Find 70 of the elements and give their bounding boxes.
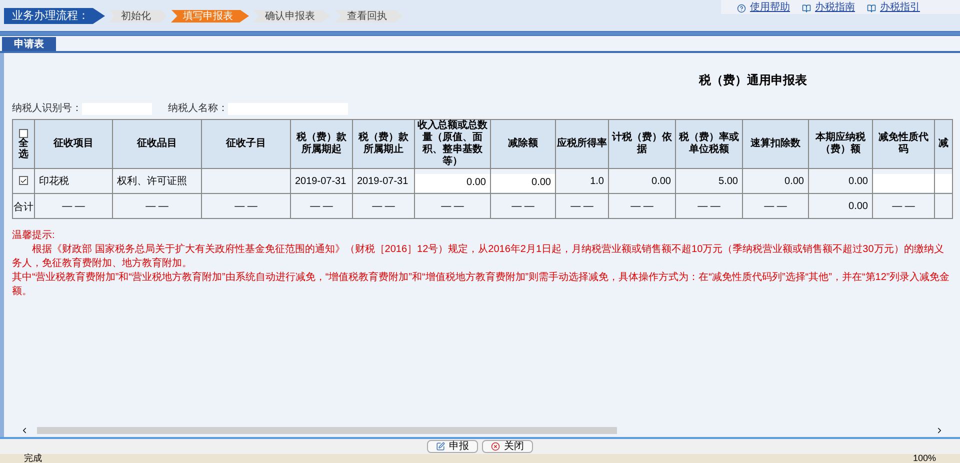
help-link[interactable]: 办税指南: [815, 3, 855, 13]
checkbox[interactable]: [19, 176, 28, 186]
close-icon: [491, 442, 500, 451]
submit-button[interactable]: 申报: [427, 440, 478, 453]
column-header: 税（费）款所属期止: [358, 132, 408, 155]
process-step[interactable]: 确认申报表: [253, 10, 331, 22]
table-input[interactable]: [935, 174, 952, 192]
table-cell-text: 1.0: [589, 174, 605, 188]
tips-title: 温馨提示:: [12, 229, 56, 243]
process-step[interactable]: 初始化: [109, 10, 167, 22]
table-cell-text: 0.00: [848, 174, 869, 188]
table-cell-text: — —: [440, 200, 465, 214]
field-label: 纳税人识别号：: [12, 102, 82, 116]
scroll-right-icon[interactable]: [935, 426, 944, 434]
table-cell-text: — —: [891, 200, 916, 214]
tips-paragraph: 根据《财政部 国家税务总局关于扩大有关政府性基金免征范围的通知》（财税［2016］12号）规定，从2016年2月1日起，月纳税营业额或销售额不超10万元（季纳税营业额或销售额不超过30万元）的缴纳义务人，免征教育费附加、地方教育附加。: [12, 243, 945, 271]
table-cell-text: — —: [61, 200, 86, 214]
table-cell-text: — —: [763, 200, 788, 214]
process-step[interactable]: 查看回执: [335, 10, 403, 22]
edit-icon: [436, 442, 445, 451]
column-header: 计税（费）依据: [612, 132, 672, 155]
book-icon: [802, 4, 811, 12]
book-icon: [867, 4, 876, 12]
table-cell-text: 0.00: [848, 200, 869, 214]
help-icon: [737, 4, 746, 12]
table-cell-text: — —: [630, 200, 654, 214]
column-header: 征收品目: [137, 138, 177, 149]
column-header: 应税所得率: [557, 138, 607, 149]
table-cell-text: — —: [510, 200, 536, 214]
table-cell-text: 2019-07-31: [294, 174, 348, 188]
table-input[interactable]: 0.00: [491, 174, 555, 192]
table-cell-text: 2019-07-31: [356, 174, 410, 188]
form-title: 税（费）通用申报表: [699, 72, 807, 89]
help-link[interactable]: 办税指引: [880, 3, 920, 13]
table-cell-text: 印花税: [38, 174, 70, 188]
column-header: 全选: [18, 138, 28, 160]
table-cell-text: — —: [696, 200, 722, 214]
table-cell-text: — —: [144, 200, 170, 214]
scrollbar-thumb[interactable]: [37, 426, 617, 434]
zoom-level: 100%: [912, 454, 936, 463]
column-header: 速算扣除数: [750, 138, 800, 149]
table-input[interactable]: [873, 174, 934, 192]
table-cell-text: 0.00: [650, 174, 672, 188]
help-link[interactable]: 使用帮助: [750, 3, 790, 13]
tips-paragraph: 其中“营业税教育费附加”和“营业税地方教育附加”由系统自动进行减免，“增值税教育费附加”和“增值税地方教育费附加”则需手动选择减免，具体操作方式为：在“减免性质代码列”选择“其他”，并在“第12”列录入减免金额。: [12, 271, 951, 299]
column-header: 本期应纳税（费）额: [816, 132, 866, 155]
table-cell-text: 5.00: [718, 174, 739, 188]
table-cell-text: — —: [371, 200, 396, 214]
table-input[interactable]: 0.00: [415, 174, 490, 192]
column-header: 减免性质代码: [878, 132, 928, 155]
column-header: 减除额: [508, 138, 538, 149]
column-header: 减: [938, 138, 948, 149]
field-label: 纳税人名称：: [168, 102, 228, 116]
status-text: 完成: [24, 454, 42, 463]
column-header: 税（费）款所属期起: [296, 132, 346, 155]
process-title: 业务办理流程：: [4, 8, 105, 24]
table-cell-text: 0.00: [784, 174, 805, 188]
column-header: 收入总额或总数量（原值、面积、整串基数等）: [418, 120, 488, 167]
row-label: 合计: [14, 202, 34, 213]
close-button[interactable]: 关闭: [482, 440, 533, 453]
column-header: 征收子目: [226, 138, 266, 149]
scroll-left-icon[interactable]: [20, 426, 29, 434]
column-header: 征收项目: [54, 138, 94, 149]
table-cell-text: — —: [309, 200, 334, 214]
column-header: 税（费）率或单位税额: [679, 132, 739, 155]
tab[interactable]: 申请表: [2, 37, 56, 51]
table-cell-text: 权利、许可证照: [116, 174, 188, 188]
table-cell-text: — —: [570, 200, 594, 214]
table-cell-text: — —: [234, 200, 258, 214]
checkbox[interactable]: [19, 128, 28, 138]
